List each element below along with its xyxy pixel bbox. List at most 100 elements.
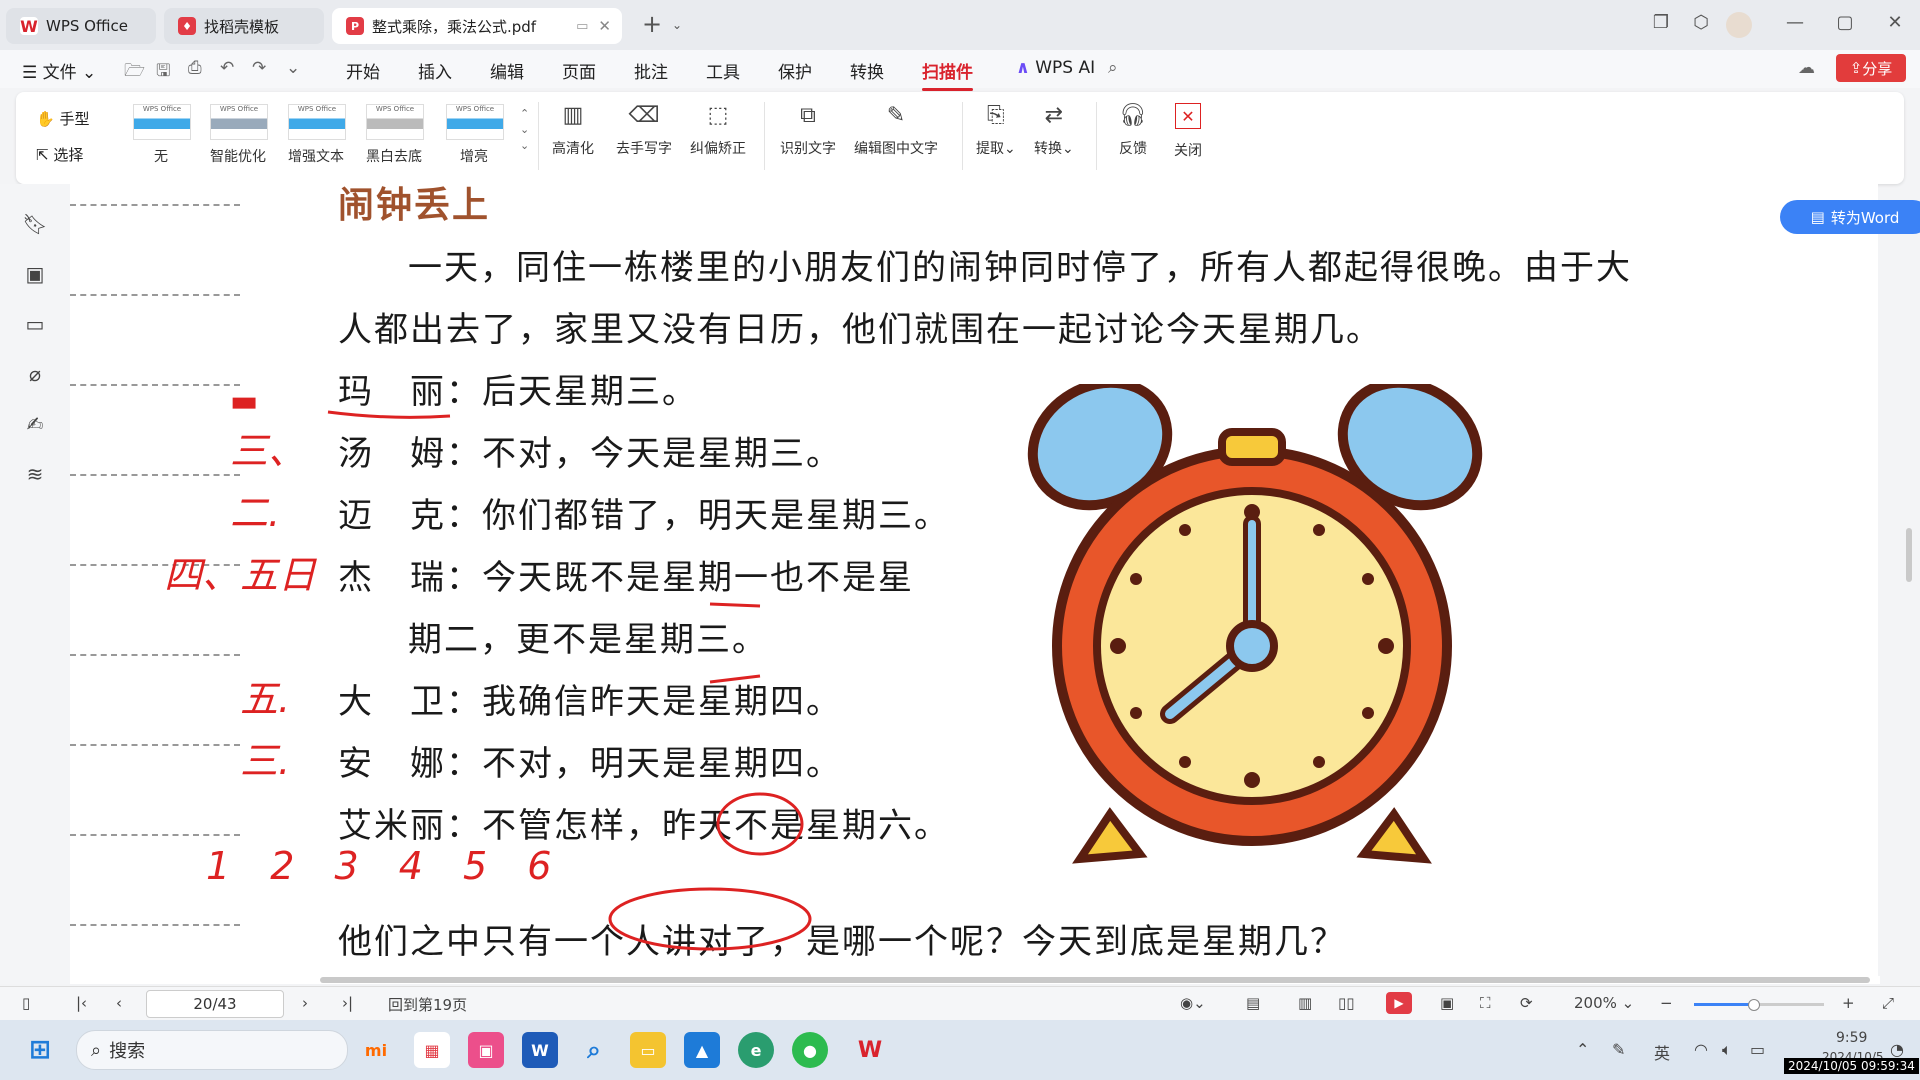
sidebar-toggle-icon[interactable]: ▯ (22, 994, 30, 1012)
bilibili-icon[interactable]: ▣ (468, 1032, 504, 1068)
taskbar-search[interactable]: ⌕ 搜索 (76, 1030, 348, 1070)
fit-page-icon[interactable]: ⛶ (1480, 994, 1491, 1012)
continuous-page-icon[interactable]: ▥ (1298, 994, 1312, 1012)
menu-page[interactable]: 页面 (562, 58, 596, 83)
filter-smart-thumbnail[interactable]: WPS Office (210, 104, 268, 140)
clock-time[interactable]: 9:59 (1836, 1030, 1867, 1046)
ocr-button[interactable]: ⧉ 识别文字 (780, 98, 836, 158)
filter-black-white[interactable]: 黑白去底 (354, 146, 434, 166)
mi-app-icon[interactable]: mi (358, 1032, 394, 1068)
deskew-button[interactable]: ⬚ 纠偏矫正 (690, 98, 746, 158)
single-page-icon[interactable]: ▤ (1246, 994, 1260, 1012)
battery-icon[interactable]: ▭ (1750, 1040, 1765, 1059)
menu-home[interactable]: 开始 (346, 58, 380, 83)
extract-button[interactable]: ⎘ 提取⌄ (976, 98, 1016, 158)
tray-chevron-icon[interactable]: ⌃ (1576, 1040, 1589, 1059)
zoom-select[interactable]: 200% ⌄ (1574, 994, 1634, 1012)
share-button[interactable]: ⇪ 分享 (1836, 54, 1906, 82)
convert-to-word-button[interactable]: ▤ 转为Word (1780, 200, 1920, 234)
word-app-icon[interactable]: W (522, 1032, 558, 1068)
cube-icon[interactable]: ⬡ (1686, 12, 1716, 33)
wps-ai-button[interactable]: ∧ WPS AI (1016, 58, 1095, 78)
edit-image-text-button[interactable]: ✎ 编辑图中文字 (854, 98, 938, 158)
fullscreen-icon[interactable]: ⤢ (1882, 994, 1894, 1012)
last-page-icon[interactable]: ›| (342, 994, 353, 1012)
signature-icon[interactable]: ✍ (22, 412, 48, 436)
prev-page-icon[interactable]: ‹ (116, 994, 122, 1012)
tab-wps-office[interactable]: W WPS Office (6, 8, 156, 44)
reading-mode-icon[interactable]: ▣ (1440, 994, 1454, 1012)
cloud-upload-icon[interactable]: ☁ (1798, 58, 1815, 78)
filter-bw-thumbnail[interactable]: WPS Office (366, 104, 424, 140)
save-icon[interactable]: 🖫 (156, 58, 170, 87)
volume-icon[interactable]: 🔈︎ (1722, 1040, 1732, 1060)
edge-browser-icon[interactable]: e (738, 1032, 774, 1068)
pen-icon[interactable]: ✎ (1612, 1040, 1625, 1059)
comment-icon[interactable]: ▭ (22, 312, 48, 336)
menu-scan[interactable]: 扫描件 (922, 58, 973, 91)
back-to-page-link[interactable]: 回到第19页 (388, 994, 467, 1015)
hd-button[interactable]: ▥ 高清化 (552, 98, 594, 158)
hand-tool[interactable]: ✋ 手型 (36, 108, 89, 129)
zoom-in-icon[interactable]: + (1842, 994, 1855, 1012)
open-folder-icon[interactable]: 🗁 (124, 58, 145, 87)
more-chevron-icon[interactable]: ⌄ (286, 58, 300, 78)
minimize-icon[interactable]: — (1780, 12, 1810, 33)
feedback-button[interactable]: 🎧︎ 反馈 (1116, 98, 1150, 158)
menu-tools[interactable]: 工具 (706, 58, 740, 83)
horizontal-scrollbar[interactable] (80, 976, 1880, 984)
tab-pdf-document[interactable]: P 整式乘除，乘法公式.pdf ▭ ✕ (332, 8, 622, 44)
page-number-input[interactable]: 20/43 (146, 990, 284, 1018)
first-page-icon[interactable]: |‹ (76, 994, 87, 1012)
filter-enhance-thumbnail[interactable]: WPS Office (288, 104, 346, 140)
avatar[interactable] (1726, 12, 1752, 38)
chevron-down-icon[interactable]: ⌄ (662, 18, 692, 32)
close-scan-button[interactable]: ✕ 关闭 (1174, 98, 1202, 160)
filter-none[interactable]: 无 (121, 146, 201, 166)
wps-taskbar-icon[interactable]: W (852, 1032, 888, 1068)
two-page-icon[interactable]: ▯▯ (1338, 994, 1355, 1012)
vertical-scrollbar[interactable] (1906, 528, 1912, 582)
thumbnail-icon[interactable]: ▣ (22, 262, 48, 286)
zoom-out-icon[interactable]: − (1660, 994, 1673, 1012)
restore-window-icon[interactable]: ❐ (1646, 12, 1676, 33)
convert-dropdown-button[interactable]: ⇄ 转换⌄ (1034, 98, 1074, 158)
wechat-icon[interactable]: ● (792, 1032, 828, 1068)
rotate-icon[interactable]: ⟳ (1520, 994, 1533, 1012)
tab-docer-templates[interactable]: ♦ 找稻壳模板 (164, 8, 324, 44)
next-page-icon[interactable]: › (302, 994, 308, 1012)
zoom-slider-knob[interactable] (1747, 999, 1760, 1011)
file-menu[interactable]: ☰ 文件 ⌄ (22, 58, 96, 83)
filter-brighten-thumbnail[interactable]: WPS Office (446, 104, 504, 140)
filter-enhance-text[interactable]: 增强文本 (276, 146, 356, 166)
menu-convert[interactable]: 转换 (850, 58, 884, 83)
file-explorer-icon[interactable]: ▭ (630, 1032, 666, 1068)
menu-protect[interactable]: 保护 (778, 58, 812, 83)
filter-scroll-icon[interactable]: ⌃ ⌄ ⌄ (520, 106, 529, 154)
filter-brighten[interactable]: 增亮 (434, 146, 514, 166)
menu-insert[interactable]: 插入 (418, 58, 452, 83)
ime-indicator[interactable]: 英 (1654, 1040, 1670, 1064)
filter-smart-optimize[interactable]: 智能优化 (198, 146, 278, 166)
scrollbar-thumb[interactable] (320, 977, 1870, 983)
zoom-slider[interactable] (1694, 999, 1824, 1011)
redo-icon[interactable]: ↷ (252, 58, 266, 78)
remove-handwriting-button[interactable]: ⌫ 去手写字 (616, 98, 672, 158)
eye-view-icon[interactable]: ◉⌄ (1180, 994, 1206, 1012)
close-window-icon[interactable]: ✕ (1880, 12, 1910, 33)
bookmark-icon[interactable]: 🔖︎ (22, 212, 48, 236)
menu-comment[interactable]: 批注 (634, 58, 668, 83)
tab-close-icon[interactable]: ✕ (598, 17, 611, 35)
tab-window-icon[interactable]: ▭ (576, 19, 588, 34)
layers-icon[interactable]: ≋ (22, 462, 48, 486)
windows-start-icon[interactable]: ⊞ (22, 1032, 58, 1068)
filter-none-thumbnail[interactable]: WPS Office (133, 104, 191, 140)
wifi-icon[interactable]: ◠ (1694, 1040, 1708, 1059)
undo-icon[interactable]: ↶ (220, 58, 234, 78)
search-app-icon[interactable]: ⌕ (576, 1032, 612, 1068)
menu-edit[interactable]: 编辑 (490, 58, 524, 83)
photos-icon[interactable]: ▲ (684, 1032, 720, 1068)
notification-icon[interactable]: ◔ (1890, 1040, 1904, 1059)
select-tool[interactable]: ⇱ 选择 (36, 144, 83, 165)
maximize-icon[interactable]: ▢ (1830, 12, 1860, 33)
